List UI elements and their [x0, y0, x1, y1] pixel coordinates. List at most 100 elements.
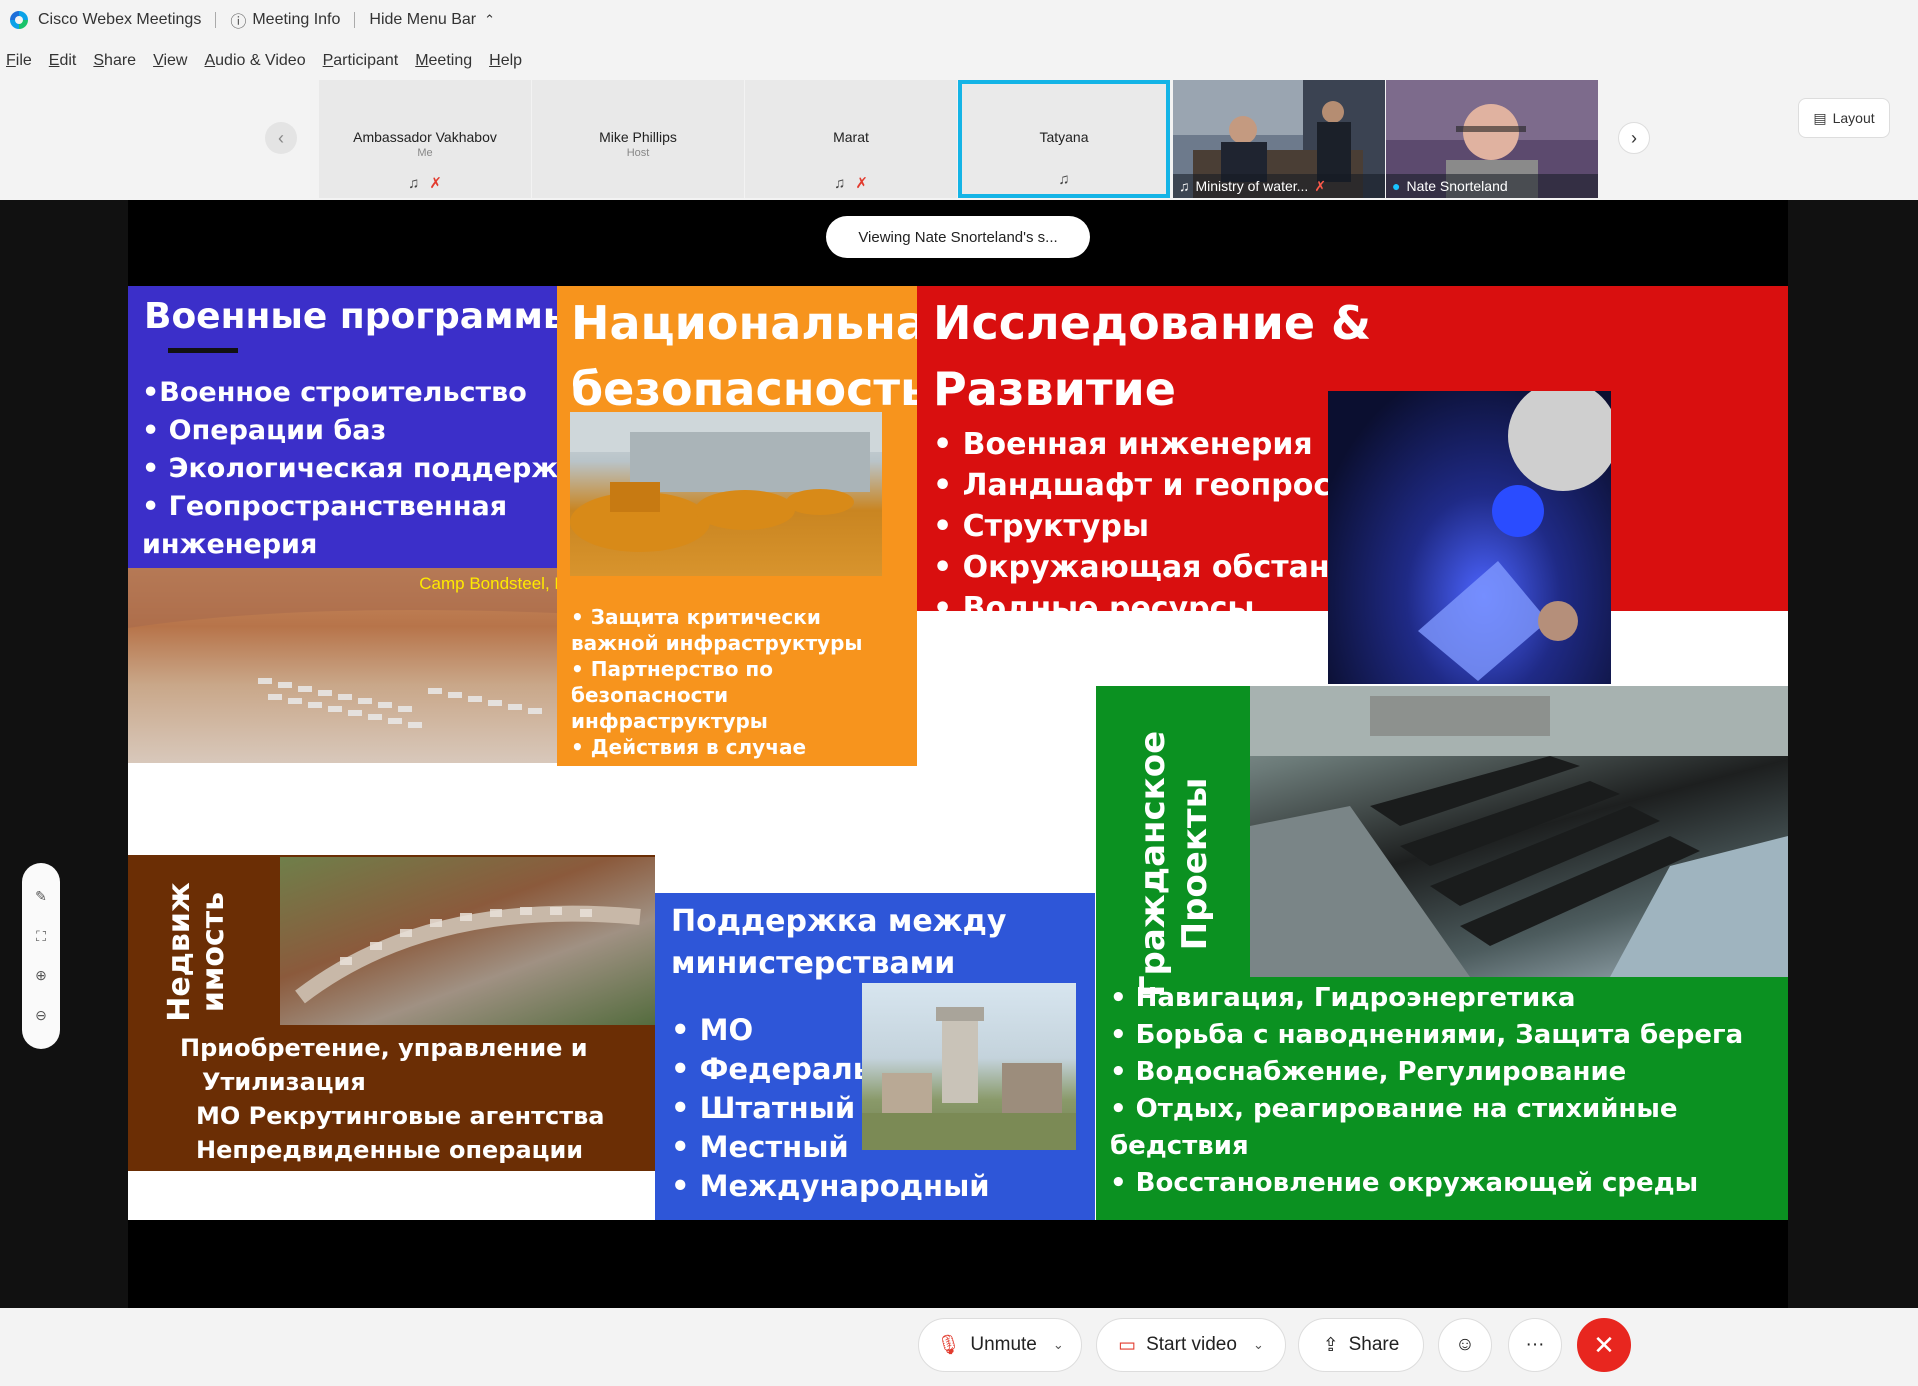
worker-photo — [1328, 391, 1611, 684]
hide-menu-bar-button[interactable]: Hide Menu Bar ⌃ — [369, 11, 495, 29]
audio-icon: ♫ — [1058, 171, 1070, 188]
locks-photo — [1250, 686, 1788, 977]
civil-title-line-1: Гражданское — [1133, 730, 1173, 998]
info-icon: ⓘ — [230, 14, 247, 31]
leave-meeting-button[interactable]: ✕ — [1577, 1318, 1631, 1372]
village-photo-image — [295, 905, 641, 1004]
real-estate-list: Приобретение, управление и Утилизация МО… — [180, 1031, 605, 1167]
participant-strip: ‹ Ambassador Vakhabov Me ♫ ✗ Mike Phillip… — [0, 80, 1918, 200]
share-button[interactable]: ⇪ Share — [1298, 1318, 1424, 1372]
national-title-line-1: Национальная — [571, 296, 957, 350]
chevron-left-icon: ‹ — [278, 127, 284, 148]
audio-icon: ♫ — [408, 175, 420, 192]
research-title: Исследование & Развитие — [933, 290, 1371, 422]
list-item: • Структуры — [933, 509, 1149, 544]
start-video-label: Start video — [1146, 1334, 1237, 1355]
app-title: Cisco Webex Meetings — [38, 11, 202, 28]
list-item: • Борьба с наводнениями, Защита берега — [1110, 1020, 1744, 1050]
list-item: • Действия в случае непредвиденных обсто… — [571, 735, 889, 837]
list-item: Утилизация — [202, 1068, 366, 1096]
participant-role: Me — [417, 147, 433, 159]
interagency-title-line-1: Поддержка между — [671, 904, 1007, 939]
title-bar: Cisco Webex Meetings ⓘ Meeting Info Hide… — [0, 0, 1918, 40]
start-video-button[interactable]: ▭ Start video ⌄ — [1096, 1318, 1286, 1372]
civil-title-vertical: Гражданское Проекты — [1132, 714, 1216, 1014]
audio-icon: ♫ — [1179, 178, 1190, 194]
civil-title-line-2: Проекты — [1175, 777, 1215, 951]
tower-photo — [862, 983, 1076, 1150]
strip-prev-button[interactable]: ‹ — [265, 122, 297, 154]
list-item: •Военное строительство — [142, 377, 527, 408]
participant-caption: ♫ Ministry of water... ✗ — [1173, 174, 1385, 198]
reactions-button[interactable]: ☺ — [1438, 1318, 1492, 1372]
list-item: • Навигация, Гидроэнергетика — [1110, 983, 1576, 1013]
list-item: • Восстановление окружающей среды — [1110, 1168, 1699, 1198]
menu-view[interactable]: View — [153, 52, 187, 70]
real-estate-title-vertical: Недвиж имость — [162, 867, 231, 1037]
interagency-block: Поддержка между министерствами • МО • Фе… — [655, 893, 1095, 1220]
dam-photo-image — [570, 412, 882, 552]
viewing-banner[interactable]: Viewing Nate Snorteland's s... — [826, 216, 1090, 258]
list-item: Непредвиденные операции — [196, 1136, 584, 1164]
menu-bar: File Edit Share View Audio & Video Parti… — [0, 44, 539, 78]
meeting-controls: 🎙 Unmute ⌄ ▭ Start video ⌄ ⇪ Share ☺ ···… — [0, 1308, 1918, 1386]
list-item: • Водные ресурсы — [933, 591, 1255, 626]
mic-muted-icon: 🎙 — [936, 1335, 961, 1356]
participant-tile[interactable]: Mike Phillips Host — [532, 80, 744, 198]
chevron-down-icon[interactable]: ⌄ — [1053, 1337, 1064, 1353]
menu-meeting[interactable]: Meeting — [415, 52, 472, 70]
participant-video-tile[interactable]: ● Nate Snorteland — [1386, 80, 1598, 198]
fit-icon[interactable]: ⛶ — [36, 928, 46, 945]
menu-participant[interactable]: Participant — [323, 52, 399, 70]
menu-edit[interactable]: Edit — [49, 52, 77, 70]
national-security-block: Национальная безопасность • Защита крити… — [557, 286, 956, 837]
locks-photo-image — [1250, 686, 1788, 977]
more-icon: ··· — [1525, 1334, 1545, 1355]
meeting-info-label: Meeting Info — [252, 11, 341, 28]
real-estate-block: Недвиж имость Приобретение, управление и… — [128, 855, 655, 1171]
participant-caption: ● Nate Snorteland — [1386, 174, 1598, 198]
military-list: •Военное строительство • Операции баз • … — [142, 374, 622, 564]
research-title-line-2: Развитие — [933, 362, 1176, 416]
real-estate-title-line-2: имость — [196, 891, 231, 1013]
participant-name: Mike Phillips — [599, 129, 677, 145]
menu-file[interactable]: File — [6, 52, 32, 70]
menu-share[interactable]: Share — [93, 52, 136, 70]
mic-muted-icon: ✗ — [855, 175, 868, 192]
annotate-icon[interactable]: ✎ — [35, 888, 47, 905]
mic-muted-icon: ✗ — [1314, 177, 1327, 194]
participant-name: Marat — [833, 129, 869, 145]
menu-help[interactable]: Help — [489, 52, 522, 70]
menu-audio-video[interactable]: Audio & Video — [204, 52, 305, 70]
more-options-button[interactable]: ··· — [1508, 1318, 1562, 1372]
list-item: • Партнерство по безопасности инфраструк… — [571, 657, 773, 733]
list-item: • Ландшафт и геопрост — [933, 468, 1328, 503]
strip-next-button[interactable]: › — [1618, 122, 1650, 154]
participant-tile[interactable]: Ambassador Vakhabov Me ♫ ✗ — [319, 80, 531, 198]
military-title: Военные программы — [144, 296, 576, 337]
participant-tile[interactable]: Marat ♫ ✗ — [745, 80, 957, 198]
zoom-out-icon[interactable]: ⊖ — [35, 1007, 47, 1024]
layout-icon: ▤ — [1813, 109, 1827, 126]
research-list: • Военная инженерия • Ландшафт и геопрос… — [933, 424, 1328, 629]
list-item: • Военная инженерия — [933, 427, 1313, 462]
list-item: МО Рекрутинговые агентства — [196, 1102, 605, 1130]
participant-name: Tatyana — [1039, 129, 1089, 145]
chevron-down-icon[interactable]: ⌄ — [1253, 1337, 1264, 1353]
webex-logo-icon — [10, 11, 28, 29]
interagency-title: Поддержка между министерствами — [671, 901, 1006, 985]
chevron-right-icon: › — [1631, 127, 1637, 148]
participant-tile-active-speaker[interactable]: Tatyana ♫ — [958, 80, 1170, 198]
divider — [215, 12, 217, 28]
unmute-button[interactable]: 🎙 Unmute ⌄ — [918, 1318, 1082, 1372]
dam-photo — [570, 412, 882, 576]
participant-video-tile[interactable]: ♫ Ministry of water... ✗ — [1173, 80, 1385, 198]
layout-label: Layout — [1832, 110, 1875, 126]
webex-icon: ● — [1392, 178, 1401, 194]
participant-name: Ministry of water... — [1195, 178, 1309, 194]
zoom-in-icon[interactable]: ⊕ — [35, 967, 47, 984]
layout-button[interactable]: ▤ Layout — [1798, 98, 1890, 138]
meeting-info-button[interactable]: ⓘ Meeting Info — [230, 8, 340, 32]
participant-name: Ambassador Vakhabov — [353, 129, 497, 145]
divider — [168, 348, 238, 353]
